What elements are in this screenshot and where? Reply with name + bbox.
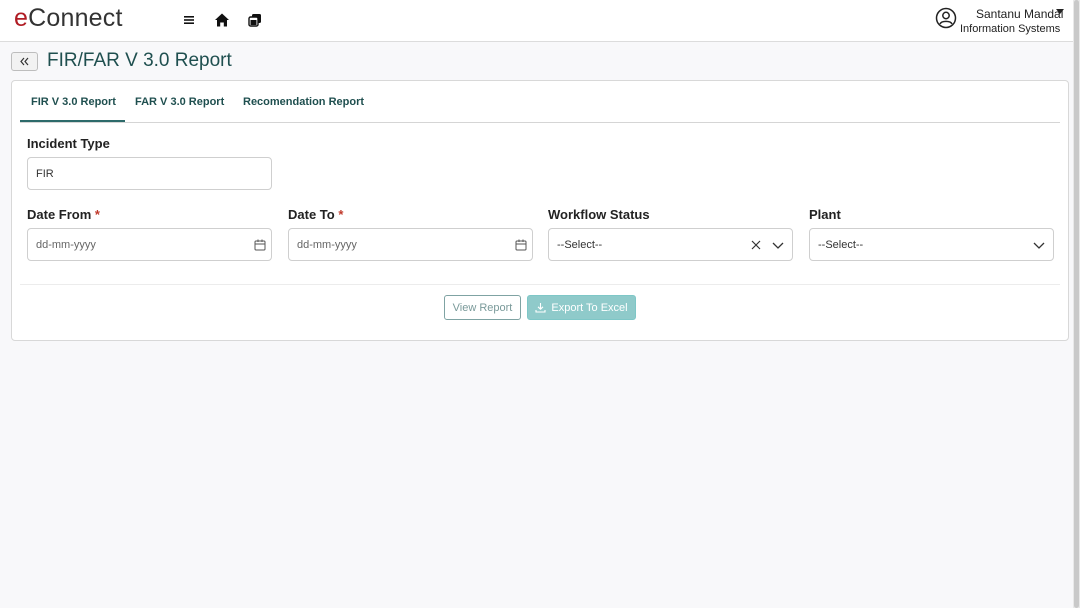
date-to-label: Date To *	[288, 207, 343, 222]
date-from-label-text: Date From	[27, 207, 92, 222]
home-icon[interactable]	[214, 12, 230, 28]
cards-icon[interactable]	[247, 12, 263, 28]
clear-icon[interactable]	[749, 238, 763, 252]
user-name[interactable]: Santanu Mandal	[976, 7, 1063, 21]
required-mark: *	[338, 207, 344, 222]
form-divider	[20, 284, 1060, 285]
plant-select[interactable]: --Select--	[809, 228, 1054, 261]
export-excel-button[interactable]: Export To Excel	[527, 295, 636, 320]
tab-fir-report[interactable]: FIR V 3.0 Report	[31, 96, 116, 108]
date-from-placeholder: dd-mm-yyyy	[36, 238, 96, 251]
tab-recommendation-report[interactable]: Recomendation Report	[243, 96, 364, 108]
active-tab-indicator	[20, 120, 125, 122]
date-to-label-text: Date To	[288, 207, 335, 222]
incident-type-field[interactable]: FIR	[27, 157, 272, 190]
tab-far-report[interactable]: FAR V 3.0 Report	[135, 96, 224, 108]
export-excel-label: Export To Excel	[551, 301, 628, 314]
app-logo[interactable]: eConnect	[14, 4, 123, 33]
back-button[interactable]	[11, 52, 38, 71]
user-avatar-icon[interactable]	[935, 7, 957, 29]
user-menu-caret-icon[interactable]	[1056, 9, 1064, 14]
required-mark: *	[94, 207, 100, 222]
top-navbar: eConnect Santanu Mandal Information Syst…	[0, 0, 1073, 42]
plant-value: --Select--	[818, 238, 864, 251]
page-scrollbar[interactable]	[1073, 0, 1080, 608]
double-chevron-left-icon	[20, 57, 29, 66]
calendar-icon[interactable]	[253, 238, 267, 252]
page-title: FIR/FAR V 3.0 Report	[47, 50, 232, 71]
date-to-placeholder: dd-mm-yyyy	[297, 238, 357, 251]
menu-icon[interactable]	[181, 12, 197, 28]
workflow-status-value: --Select--	[557, 238, 603, 251]
workflow-status-select[interactable]: --Select--	[548, 228, 793, 261]
calendar-icon[interactable]	[514, 238, 528, 252]
chevron-down-icon[interactable]	[1032, 238, 1046, 252]
plant-label: Plant	[809, 207, 841, 222]
incident-type-value: FIR	[36, 167, 54, 180]
logo-text: Connect	[28, 4, 123, 32]
scrollbar-thumb[interactable]	[1074, 0, 1079, 608]
date-from-input[interactable]: dd-mm-yyyy	[27, 228, 272, 261]
date-from-label: Date From *	[27, 207, 100, 222]
download-icon	[535, 303, 546, 313]
date-to-input[interactable]: dd-mm-yyyy	[288, 228, 533, 261]
chevron-down-icon[interactable]	[771, 238, 785, 252]
logo-e: e	[14, 4, 29, 32]
user-department: Information Systems	[960, 23, 1061, 35]
report-card: FIR V 3.0 Report FAR V 3.0 Report Recome…	[11, 80, 1069, 341]
view-report-button[interactable]: View Report	[444, 295, 521, 320]
incident-type-label: Incident Type	[27, 136, 110, 151]
workflow-status-label: Workflow Status	[548, 207, 650, 222]
report-tabs: FIR V 3.0 Report FAR V 3.0 Report Recome…	[20, 81, 1060, 123]
